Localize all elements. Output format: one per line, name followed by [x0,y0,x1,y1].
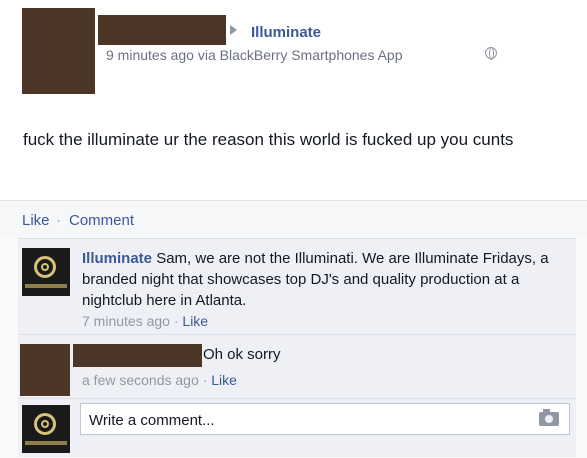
post-meta: 9 minutes ago via BlackBerry Smartphones… [106,47,403,63]
comment-like-link[interactable]: Like [182,313,208,329]
globe-icon [485,47,497,60]
separator: · [56,212,61,229]
comment-text: Oh ok sorry [203,346,281,363]
post-header: Illuminate 9 minutes ago via BlackBerry … [0,0,587,100]
logo-wordmark [25,284,67,288]
illuminate-logo-icon [34,413,56,435]
post-body: fuck the illuminate ur the reason this w… [0,100,587,200]
comment-meta: a few seconds ago · Like [82,372,237,388]
comment: Oh ok sorry a few seconds ago · Like [18,334,576,399]
post-actions: Like · Comment [0,200,587,238]
comment-meta: 7 minutes ago · Like [82,313,208,329]
logo-wordmark [25,441,67,445]
commenter-avatar-redacted[interactable] [20,344,70,396]
comment-time[interactable]: a few seconds ago [82,372,199,388]
post-text: fuck the illuminate ur the reason this w… [23,130,514,149]
poster-name-redacted[interactable] [98,15,226,45]
page-name-link[interactable]: Illuminate [251,24,321,41]
current-user-avatar [22,405,70,453]
comment-time[interactable]: 7 minutes ago [82,313,170,329]
poster-avatar-redacted[interactable] [22,8,95,94]
comment-author[interactable]: Illuminate [82,250,152,267]
camera-icon[interactable] [539,409,559,426]
comments-section: Illuminate Sam, we are not the Illuminat… [18,238,576,457]
write-comment-box[interactable] [80,403,570,435]
commenter-name-redacted[interactable] [73,344,202,367]
comment-input[interactable] [87,409,531,431]
illuminate-logo-icon [34,256,56,278]
arrow-right-icon [230,25,237,35]
post-timestamp[interactable]: 9 minutes ago [106,47,194,63]
comment-link[interactable]: Comment [69,212,134,229]
post-via: via BlackBerry Smartphones App [197,47,403,63]
comment-text: Sam, we are not the Illuminati. We are I… [82,250,549,309]
comment: Illuminate Sam, we are not the Illuminat… [18,238,576,335]
comment-like-link[interactable]: Like [211,372,237,388]
like-link[interactable]: Like [22,212,50,229]
commenter-avatar[interactable] [22,248,70,296]
separator: · [202,372,208,388]
separator: · [173,313,179,329]
comment-body: Illuminate Sam, we are not the Illuminat… [82,248,562,311]
